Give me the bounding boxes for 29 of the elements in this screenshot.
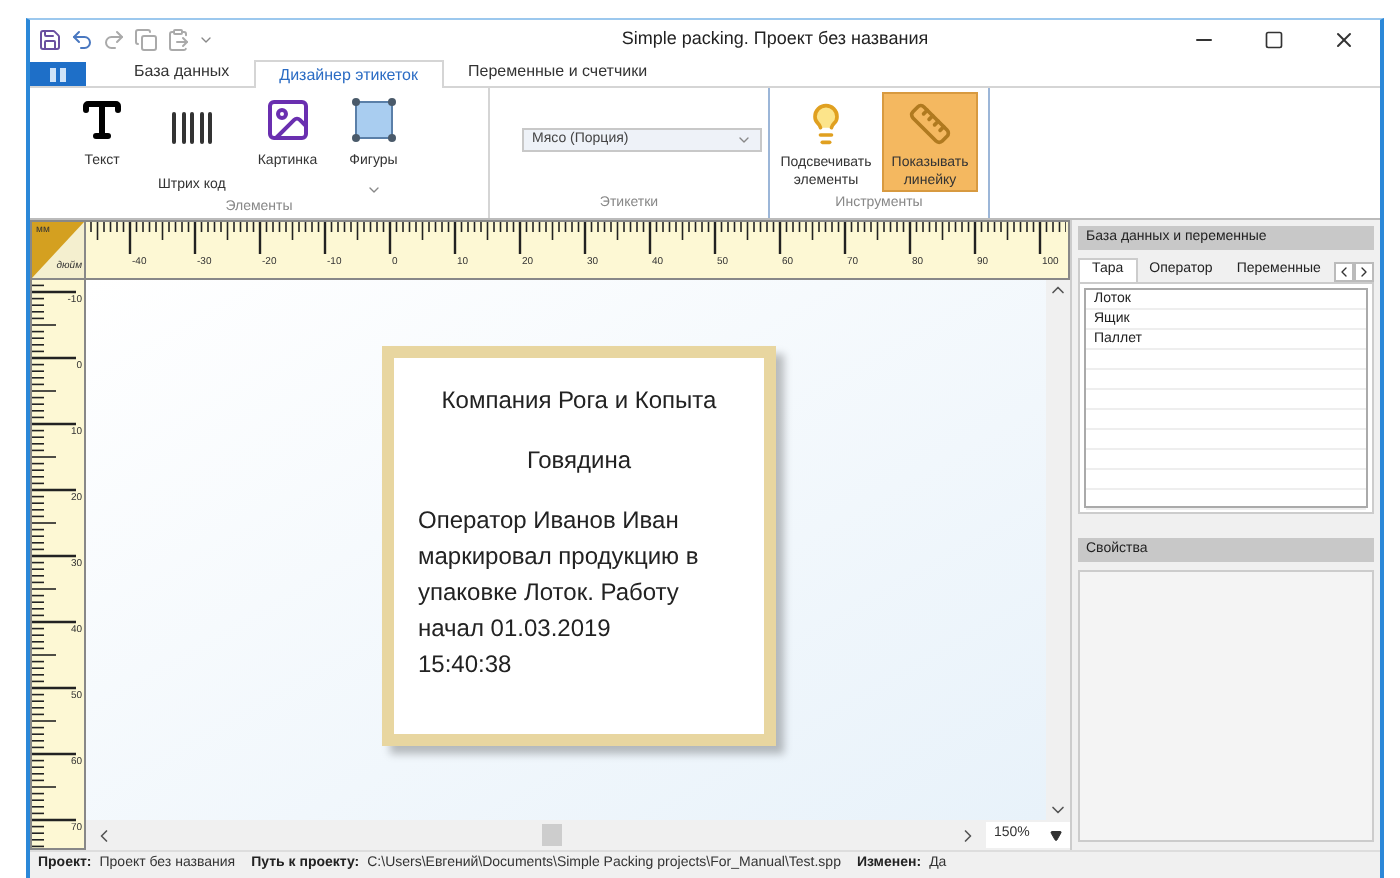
paste-icon[interactable] xyxy=(166,28,190,52)
shapes-icon xyxy=(349,96,398,144)
customize-caret-icon[interactable] xyxy=(198,32,214,48)
scroll-thumb[interactable] xyxy=(542,824,562,846)
message-text: Оператор Иванов Иван маркировал продукцию в упаковке Лоток. Работу начал 01.03.2019 15:40:38 xyxy=(418,504,701,682)
picture-icon xyxy=(263,96,312,144)
ribbon-tab[interactable]: База данных xyxy=(110,58,254,86)
redo-icon[interactable] xyxy=(102,28,126,52)
ruler-icon xyxy=(906,102,954,146)
ribbon-tab[interactable]: Дизайнер этикеток xyxy=(253,60,445,88)
product-text: Говядина xyxy=(526,444,632,478)
tab-scroll-right-icon[interactable] xyxy=(1354,262,1374,282)
caret-icon xyxy=(1050,829,1062,841)
window-title: Simple packing. Проект без названия xyxy=(621,26,929,53)
copy-icon[interactable] xyxy=(134,28,158,52)
label-card[interactable]: Компания Рога и Копыта Говядина Оператор Иванов Иван маркировал продукцию в упаковке Лоток. Работу начал 01.03.2019 15:40:38 xyxy=(382,346,776,746)
vertical-scrollbar[interactable] xyxy=(1046,280,1070,820)
design-canvas[interactable]: Компания Рога и Копыта Говядина Оператор Иванов Иван маркировал продукцию в упаковке Лоток. Работу начал 01.03.2019 15:40:38 xyxy=(86,280,1046,820)
grid-icon xyxy=(50,67,66,81)
file-menu-button[interactable] xyxy=(30,62,86,86)
tab-scroll-left-icon[interactable] xyxy=(1334,262,1354,282)
undo-icon[interactable] xyxy=(70,28,94,52)
caret-icon xyxy=(736,132,752,148)
ribbon-tab[interactable]: Переменные и счетчики xyxy=(444,58,672,86)
maximize-icon[interactable] xyxy=(1264,30,1284,50)
save-icon[interactable] xyxy=(38,28,62,52)
text-icon xyxy=(78,96,126,144)
company-text: Компания Рога и Копыта xyxy=(441,384,717,418)
close-icon[interactable] xyxy=(1332,28,1356,52)
